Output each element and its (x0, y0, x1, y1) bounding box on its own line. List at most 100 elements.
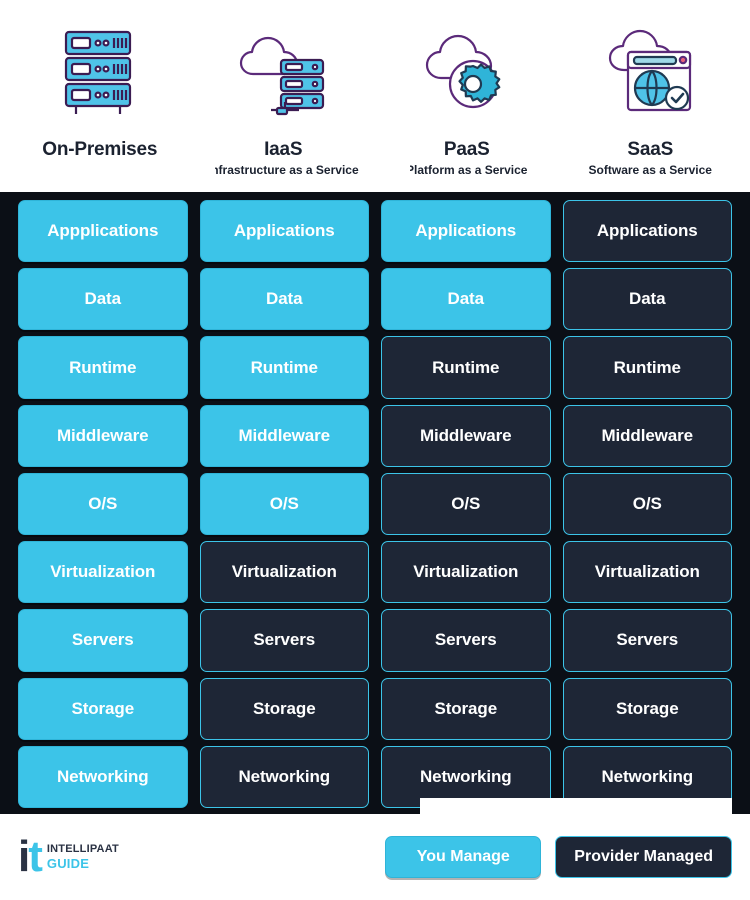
stack-cell-paas-storage: Storage (381, 677, 551, 740)
column-title-main: SaaS (627, 140, 674, 160)
column-title-on-premises: On-Premises (8, 140, 192, 192)
stack-cell-label: Applications (233, 221, 335, 241)
logo-letter-t: t (28, 832, 43, 881)
column-title-saas: SaaS Software as a Service (559, 140, 743, 192)
stack-cell-label: O/S (88, 493, 118, 513)
stack-cell-label: Storage (434, 698, 498, 718)
stack-cell-iaas-middleware: Middleware (199, 404, 369, 467)
stack-cell-label: Runtime (69, 357, 137, 377)
stack-cell-label: Middleware (56, 425, 149, 445)
column-title-sub: Platform as a Service (406, 163, 528, 177)
stack-cell-on-premises-o-s: O/S (18, 472, 188, 536)
stack-cell-on-premises-networking: Networking (18, 745, 188, 808)
stack-cell-label: Storage (252, 698, 316, 718)
footer-occluder (420, 798, 732, 814)
stack-cell-label: Middleware (419, 425, 512, 445)
stack-cell-label: Virtualization (594, 562, 700, 582)
stack-cell-paas-servers: Servers (381, 609, 551, 672)
stack-cell-label: Data (84, 289, 122, 309)
stack-cell-saas-applications: Applications (562, 200, 732, 263)
icon-cell-paas (407, 15, 527, 125)
stack-cell-saas-o-s: O/S (562, 472, 732, 536)
stack-cell-label: Runtime (613, 357, 681, 377)
logo-lettermark: i t (18, 832, 43, 881)
legend-you-manage: You Manage (385, 836, 542, 878)
column-title-sub: Infrastructure as a Service (207, 163, 359, 177)
stack-cell-label: Networking (238, 766, 331, 786)
stack-cell-paas-applications: Applications (381, 200, 551, 263)
stack-cell-saas-middleware: Middleware (562, 404, 732, 467)
stack-cell-iaas-networking: Networking (199, 745, 369, 808)
stack-cell-label: O/S (632, 493, 662, 513)
column-title-sub: Software as a Service (588, 163, 712, 177)
column-title-main: On-Premises (42, 140, 158, 160)
legend-provider-managed: Provider Managed (555, 836, 732, 878)
stack-cell-iaas-virtualization: Virtualization (199, 541, 369, 604)
stack-cell-on-premises-virtualization: Virtualization (18, 541, 188, 604)
stack-cell-iaas-servers: Servers (199, 609, 369, 672)
logo-wordmark: INTELLIPAAT GUIDE (46, 843, 119, 871)
stack-cell-label: Data (266, 289, 303, 309)
stack-cell-label: Applications (415, 221, 517, 241)
stack-cell-label: O/S (451, 493, 481, 513)
service-model-stack-grid: Appplications Applications Applications App… (0, 192, 750, 814)
stack-cell-label: Middleware (238, 425, 331, 445)
icon-cell-on-premises (40, 15, 160, 125)
stack-cell-on-premises-applications: Appplications (18, 200, 188, 263)
stack-cell-label: Applications (596, 221, 698, 241)
stack-cell-saas-runtime: Runtime (562, 336, 732, 399)
stack-cell-label: Data (447, 289, 485, 309)
stack-cell-on-premises-runtime: Runtime (18, 336, 188, 399)
stack-cell-saas-storage: Storage (562, 677, 732, 740)
stack-cell-label: Networking (601, 766, 694, 786)
stack-cell-label: Servers (434, 630, 497, 650)
icon-cell-iaas (223, 15, 343, 125)
cloud-server-icon (240, 36, 325, 116)
icon-header-band (0, 0, 750, 140)
stack-cell-iaas-applications: Applications (199, 200, 369, 263)
server-rack-icon (64, 30, 131, 114)
stack-cell-on-premises-data: Data (18, 268, 188, 331)
column-title-main: PaaS (443, 140, 490, 160)
stack-cell-iaas-data: Data (199, 268, 369, 331)
stack-cell-label: Runtime (250, 357, 318, 377)
stack-cell-iaas-o-s: O/S (199, 472, 369, 536)
stack-cell-on-premises-middleware: Middleware (18, 404, 188, 467)
icon-cell-saas (590, 15, 710, 125)
column-titles-band: On-Premises IaaS Infrastructure as a Ser… (0, 140, 750, 192)
logo-letter-i: i (18, 832, 30, 881)
stack-cell-label: Networking (419, 766, 512, 786)
stack-cell-label: Appplications (47, 221, 159, 241)
cloud-gear-icon (425, 34, 501, 109)
legend: You Manage Provider Managed (385, 836, 732, 878)
column-title-iaas: IaaS Infrastructure as a Service (192, 140, 376, 192)
logo-word-top: INTELLIPAAT (46, 843, 119, 855)
stack-cell-paas-o-s: O/S (381, 472, 551, 536)
stack-cell-iaas-storage: Storage (199, 677, 369, 740)
stack-cell-label: Virtualization (413, 562, 519, 582)
brand-logo: i t INTELLIPAAT GUIDE (18, 832, 208, 881)
stack-cell-label: Servers (616, 630, 679, 650)
stack-cell-on-premises-servers: Servers (18, 609, 188, 672)
stack-cell-label: Storage (71, 698, 135, 718)
cloud-service-models-diagram: On-Premises IaaS Infrastructure as a Ser… (0, 0, 750, 900)
stack-cell-label: Networking (56, 766, 149, 786)
column-title-paas: PaaS Platform as a Service (375, 140, 559, 192)
logo-word-bottom: GUIDE (46, 856, 90, 871)
stack-cell-on-premises-storage: Storage (18, 677, 188, 740)
stack-cell-label: Middleware (601, 425, 694, 445)
stack-cell-saas-servers: Servers (562, 609, 732, 672)
stack-cell-paas-data: Data (381, 268, 551, 331)
cloud-browser-globe-icon (609, 29, 692, 112)
stack-cell-saas-data: Data (562, 268, 732, 331)
stack-cell-paas-virtualization: Virtualization (381, 541, 551, 604)
stack-cell-paas-runtime: Runtime (381, 336, 551, 399)
stack-cell-saas-virtualization: Virtualization (562, 541, 732, 604)
stack-cell-label: Virtualization (50, 562, 156, 582)
stack-cell-label: Runtime (432, 357, 500, 377)
stack-cell-label: Servers (253, 630, 316, 650)
column-title-main: IaaS (264, 140, 303, 160)
stack-cell-label: Servers (71, 630, 134, 650)
stack-cell-label: Virtualization (231, 562, 337, 582)
footer-bar: i t INTELLIPAAT GUIDE You Manage Provide… (0, 798, 750, 900)
